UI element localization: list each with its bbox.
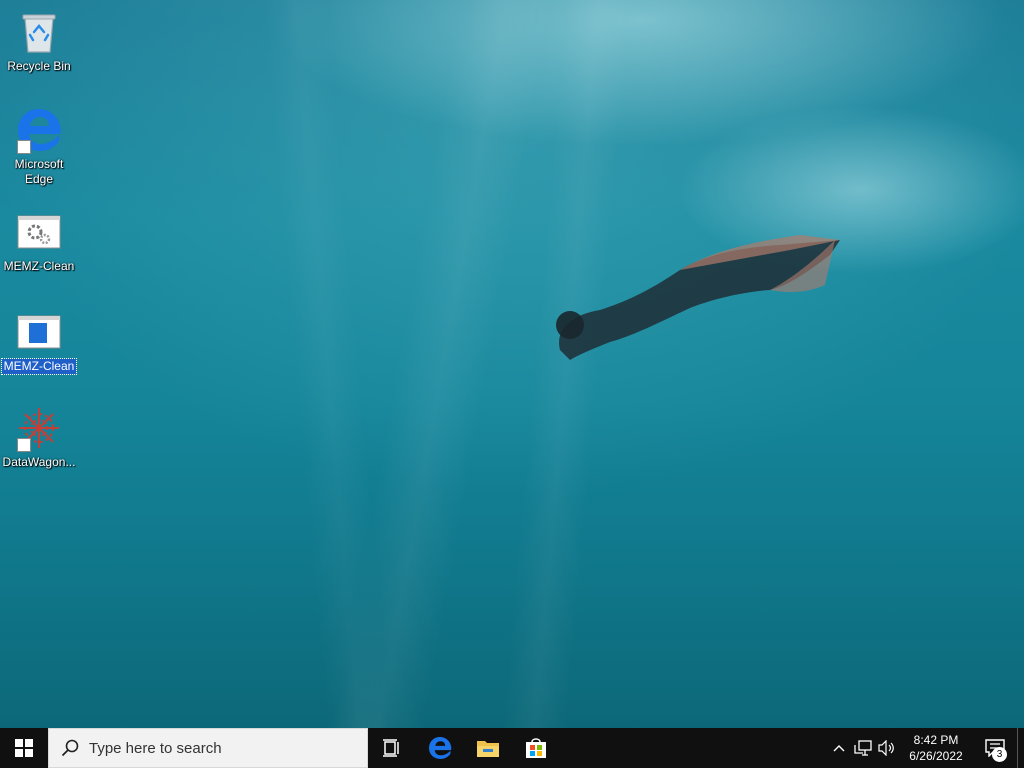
wallpaper-diver <box>556 235 840 360</box>
desktop-icon-label: MEMZ-Clean <box>3 259 75 273</box>
clock-time: 8:42 PM <box>913 733 959 747</box>
system-tray: 8:42 PM 6/26/2022 3 <box>827 728 1024 768</box>
window-app-icon <box>15 308 63 356</box>
action-center-button[interactable]: 3 <box>973 728 1017 768</box>
desktop[interactable]: Recycle Bin Microsoft Edge MEMZ-Clean ME… <box>0 0 1024 728</box>
windows-logo-icon <box>15 739 33 757</box>
store-icon <box>526 738 546 758</box>
edge-icon <box>15 106 63 154</box>
speaker-icon <box>878 740 894 756</box>
network-button[interactable] <box>851 728 875 768</box>
gear-app-icon <box>15 208 63 256</box>
shortcut-arrow-icon <box>17 438 31 452</box>
show-desktop-button[interactable] <box>1017 728 1024 768</box>
search-box[interactable]: Type here to search <box>48 728 368 768</box>
clock-date: 6/26/2022 <box>909 749 963 763</box>
taskbar: Type here to search 8:42 PM 6/26/2022 3 <box>0 728 1024 768</box>
desktop-icon-datawagon[interactable]: DataWagon... <box>1 404 77 470</box>
network-icon <box>854 740 872 756</box>
task-view-button[interactable] <box>368 728 416 768</box>
recycle-bin-icon <box>15 8 63 56</box>
file-explorer-icon <box>477 741 499 757</box>
desktop-icon-label: Microsoft Edge <box>14 157 64 186</box>
desktop-icon-microsoft-edge[interactable]: Microsoft Edge <box>1 106 77 187</box>
desktop-icon-label: MEMZ-Clean <box>0 358 78 375</box>
taskbar-file-explorer-button[interactable] <box>464 728 512 768</box>
wallpaper-light-rays <box>0 0 1024 728</box>
clock[interactable]: 8:42 PM 6/26/2022 <box>899 728 973 768</box>
show-hidden-icons-button[interactable] <box>827 728 851 768</box>
shortcut-arrow-icon <box>17 140 31 154</box>
edge-icon <box>429 737 452 759</box>
task-view-icon <box>383 739 399 757</box>
taskbar-store-button[interactable] <box>512 728 560 768</box>
desktop-icon-memz-clean-2[interactable]: MEMZ-Clean <box>0 308 78 375</box>
desktop-icon-recycle-bin[interactable]: Recycle Bin <box>1 8 77 74</box>
search-placeholder: Type here to search <box>89 739 222 757</box>
datawagon-icon <box>15 404 63 452</box>
volume-button[interactable] <box>875 728 899 768</box>
search-icon <box>61 739 79 757</box>
taskbar-edge-button[interactable] <box>416 728 464 768</box>
notification-count-badge: 3 <box>992 747 1007 762</box>
desktop-icon-label: DataWagon... <box>2 455 76 469</box>
start-button[interactable] <box>0 728 48 768</box>
chevron-up-icon <box>833 745 845 752</box>
desktop-icon-memz-clean-1[interactable]: MEMZ-Clean <box>1 208 77 274</box>
desktop-icon-label: Recycle Bin <box>7 59 71 73</box>
